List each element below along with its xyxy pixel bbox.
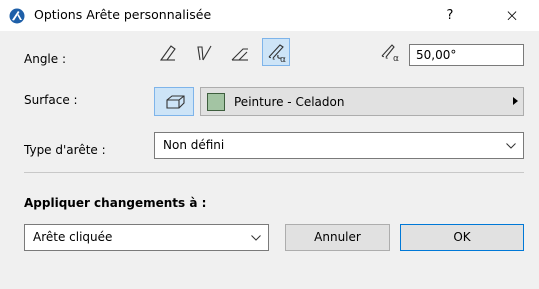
angle-value-input[interactable]: 50,00° — [409, 44, 524, 66]
angle-label: Angle : — [24, 52, 67, 66]
surface-material-picker[interactable]: Peinture - Celadon — [200, 87, 524, 116]
ok-button[interactable]: OK — [400, 224, 524, 251]
app-logo-icon — [9, 8, 25, 24]
angle-option-custom-icon[interactable]: α — [262, 38, 290, 66]
cube-icon — [166, 95, 185, 109]
chevron-down-icon — [251, 235, 261, 241]
separator — [24, 172, 524, 173]
svg-text:α: α — [393, 54, 399, 64]
window-title: Options Arête personnalisée — [34, 7, 212, 22]
help-button[interactable]: ? — [440, 6, 460, 26]
surface-override-toggle[interactable] — [154, 87, 194, 116]
surface-material-name: Peinture - Celadon — [234, 95, 345, 109]
angle-option-2-icon[interactable] — [191, 38, 219, 66]
apply-to-dropdown[interactable]: Arête cliquée — [24, 224, 269, 251]
angle-option-3-icon[interactable] — [227, 38, 255, 66]
chevron-down-icon — [506, 143, 516, 149]
surface-label: Surface : — [24, 93, 78, 107]
svg-text:α: α — [280, 55, 286, 65]
chevron-right-icon — [513, 97, 518, 105]
angle-alpha-icon: α — [378, 40, 404, 64]
apply-to-value: Arête cliquée — [33, 230, 113, 244]
close-button[interactable]: × — [500, 5, 524, 27]
edge-type-label: Type d'arête : — [24, 143, 106, 157]
title-bar: Options Arête personnalisée ? × — [0, 0, 539, 31]
angle-option-1-icon[interactable] — [155, 38, 183, 66]
surface-color-swatch — [207, 93, 225, 111]
edge-type-dropdown[interactable]: Non défini — [154, 132, 524, 159]
cancel-button[interactable]: Annuler — [285, 224, 390, 251]
apply-changes-label: Appliquer changements à : — [24, 196, 207, 210]
edge-type-value: Non défini — [163, 138, 225, 152]
